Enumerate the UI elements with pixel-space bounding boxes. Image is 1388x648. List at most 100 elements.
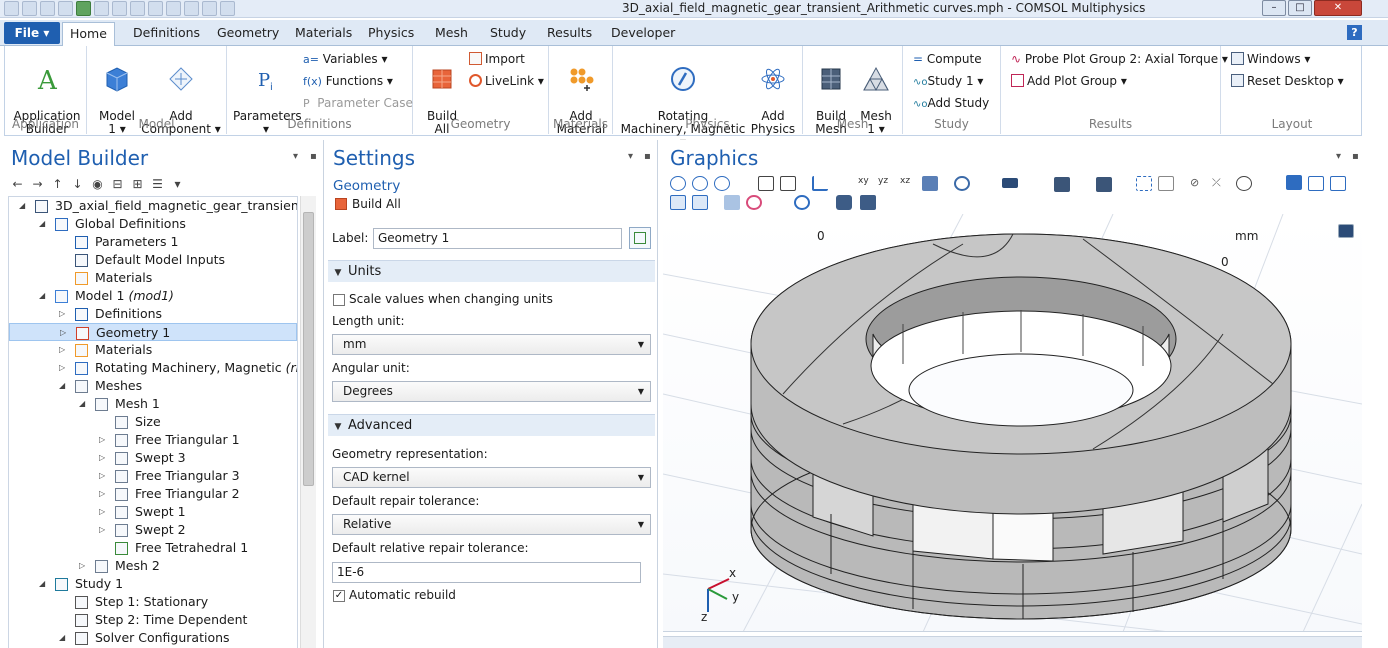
save-icon[interactable] xyxy=(40,1,55,16)
print-icon[interactable] xyxy=(860,195,876,210)
variables-button[interactable]: a= Variables ▾ xyxy=(303,50,387,68)
dropdown-icon[interactable]: ▾ xyxy=(170,177,185,191)
move-down-icon[interactable]: ↓ xyxy=(70,177,85,191)
panel-menu-icon[interactable]: ▾ xyxy=(1336,151,1341,162)
advanced-section-header[interactable]: ▼ Advanced xyxy=(328,414,655,436)
tree-node[interactable]: ◢ Meshes xyxy=(9,377,297,395)
tree-node[interactable]: ◢ Solver Configurations xyxy=(9,629,297,647)
tree-node[interactable]: ◢ Mesh 1 xyxy=(9,395,297,413)
collapse-arrow-icon[interactable]: ◢ xyxy=(39,575,45,593)
close-button[interactable]: ✕ xyxy=(1314,0,1362,16)
tab-developer[interactable]: Developer xyxy=(611,25,675,40)
expand-arrow-icon[interactable]: ▷ xyxy=(99,521,105,539)
delete-icon[interactable] xyxy=(184,1,199,16)
label-edit-icon[interactable] xyxy=(629,227,651,249)
expand-arrow-icon[interactable]: ▷ xyxy=(99,503,105,521)
back-arrow-icon[interactable]: ← xyxy=(10,177,25,191)
list-options-icon[interactable]: ☰ xyxy=(150,177,165,191)
maximize-button[interactable]: □ xyxy=(1288,0,1312,16)
new-file-icon[interactable] xyxy=(4,1,19,16)
bottom-panel-tabs[interactable] xyxy=(663,636,1362,648)
reset-desktop-button[interactable]: Reset Desktop ▾ xyxy=(1231,72,1344,90)
tree-node[interactable]: ◢ Global Definitions xyxy=(9,215,297,233)
collapse-arrow-icon[interactable]: ◢ xyxy=(59,377,65,395)
scene-light-icon[interactable] xyxy=(1286,175,1302,190)
edit-icon[interactable] xyxy=(202,1,217,16)
scale-values-checkbox[interactable] xyxy=(333,294,345,306)
select-box-icon[interactable] xyxy=(1136,176,1152,191)
tree-node[interactable]: Step 1: Stationary xyxy=(9,593,297,611)
pin-icon[interactable]: ▪ xyxy=(644,151,651,162)
copy-icon[interactable] xyxy=(130,1,145,16)
help-icon[interactable]: ? xyxy=(1347,25,1362,40)
save-as-icon[interactable] xyxy=(58,1,73,16)
undo-icon[interactable] xyxy=(94,1,109,16)
tree-node[interactable]: Materials xyxy=(9,269,297,287)
tree-node[interactable]: ▷ Free Triangular 1 xyxy=(9,431,297,449)
tree-node[interactable]: Parameters 1 xyxy=(9,233,297,251)
tab-definitions[interactable]: Definitions xyxy=(133,25,200,40)
rotating-machinery-button[interactable]: Rotating Machinery, Magnetic ▾ xyxy=(617,52,749,149)
tree-node[interactable]: Default Model Inputs xyxy=(9,251,297,269)
duplicate-icon[interactable] xyxy=(166,1,181,16)
tree-node[interactable]: ▷ Geometry 1 xyxy=(9,323,297,341)
tab-home[interactable]: Home xyxy=(62,22,115,46)
expand-arrow-icon[interactable]: ▷ xyxy=(79,557,85,575)
xz-view-icon[interactable]: xz xyxy=(900,176,916,191)
probe-plot-group-button[interactable]: ∿ Probe Plot Group 2: Axial Torque ▾ xyxy=(1011,50,1228,68)
windows-button[interactable]: Windows ▾ xyxy=(1231,50,1310,68)
units-section-header[interactable]: ▼ Units xyxy=(328,260,655,282)
relative-repair-tolerance-input[interactable]: 1E-6 xyxy=(332,562,641,583)
tab-study[interactable]: Study xyxy=(490,25,526,40)
repair-tolerance-select[interactable]: Relative ▼ xyxy=(332,514,651,535)
open-folder-icon[interactable] xyxy=(22,1,37,16)
zoom-extents-icon[interactable] xyxy=(780,176,796,191)
tree-node[interactable]: ▷ Free Triangular 3 xyxy=(9,467,297,485)
pin-icon[interactable]: ▪ xyxy=(1352,151,1359,162)
find-icon[interactable] xyxy=(220,1,235,16)
compute-button[interactable]: = Compute xyxy=(913,50,982,68)
geometry-representation-select[interactable]: CAD kernel ▼ xyxy=(332,467,651,488)
parameter-case-button[interactable]: P Parameter Case xyxy=(303,94,413,112)
tab-materials[interactable]: Materials xyxy=(295,25,352,40)
pin-icon[interactable]: ▪ xyxy=(310,151,317,162)
tree-node[interactable]: ▷ Swept 3 xyxy=(9,449,297,467)
zoom-box-icon[interactable] xyxy=(714,176,730,191)
view-options-icon[interactable] xyxy=(1236,176,1252,191)
import-button[interactable]: Import xyxy=(469,50,525,68)
refresh-icon[interactable] xyxy=(794,195,810,210)
clear-selection-icon[interactable] xyxy=(1158,176,1174,191)
collapse-arrow-icon[interactable]: ◢ xyxy=(39,287,45,305)
render-icon[interactable] xyxy=(1330,176,1346,191)
tree-node[interactable]: Size xyxy=(9,413,297,431)
axes-view-icon[interactable] xyxy=(812,176,828,191)
build-all-link[interactable]: Build All xyxy=(335,197,401,211)
collapse-arrow-icon[interactable]: ◢ xyxy=(59,629,65,647)
transparency-icon[interactable] xyxy=(1002,178,1018,188)
paste-icon[interactable] xyxy=(148,1,163,16)
label-input[interactable]: Geometry 1 xyxy=(373,228,622,249)
tree-node[interactable]: ▷ Mesh 2 xyxy=(9,557,297,575)
study-1-button[interactable]: ∿oStudy 1 ▾ xyxy=(913,72,983,90)
automatic-rebuild-checkbox[interactable]: ✓ xyxy=(333,590,345,602)
rotate-icon[interactable] xyxy=(954,176,970,191)
tab-geometry[interactable]: Geometry xyxy=(217,25,279,40)
show-icon[interactable]: ◉ xyxy=(90,177,105,191)
collapse-all-icon[interactable]: ⊟ xyxy=(110,177,125,191)
tab-results[interactable]: Results xyxy=(547,25,592,40)
zoom-in-icon[interactable] xyxy=(670,176,686,191)
functions-button[interactable]: f(x) Functions ▾ xyxy=(303,72,393,90)
tree-node[interactable]: Free Tetrahedral 1 xyxy=(9,539,297,557)
xy-view-icon[interactable]: xy xyxy=(858,176,874,191)
move-up-icon[interactable]: ↑ xyxy=(50,177,65,191)
add-plot-group-button[interactable]: Add Plot Group ▾ xyxy=(1011,72,1127,90)
expand-arrow-icon[interactable]: ▷ xyxy=(59,359,65,377)
angular-unit-select[interactable]: Degrees ▼ xyxy=(332,381,651,402)
screenshot-camera-icon[interactable] xyxy=(836,195,852,210)
tree-node[interactable]: Step 2: Time Dependent xyxy=(9,611,297,629)
tree-node[interactable]: ◢ 3D_axial_field_magnetic_gear_transient_… xyxy=(9,197,297,215)
add-study-button[interactable]: ∿oAdd Study xyxy=(913,94,989,112)
show-axes-icon[interactable] xyxy=(692,195,708,210)
zoom-out-icon[interactable] xyxy=(692,176,708,191)
tree-node[interactable]: ◢ Study 1 xyxy=(9,575,297,593)
